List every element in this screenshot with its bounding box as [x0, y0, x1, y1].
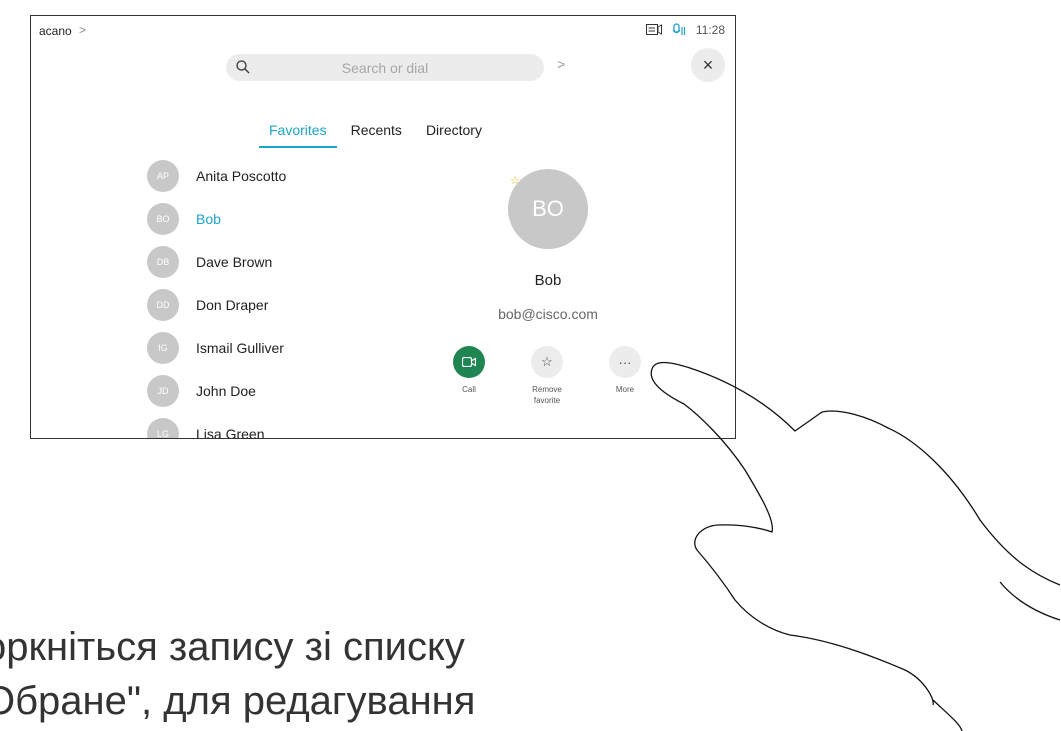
- search-field[interactable]: Search or dial: [226, 54, 544, 81]
- contact-name: John Doe: [196, 383, 256, 399]
- contact-name: Don Draper: [196, 297, 269, 313]
- contact-name: Bob: [196, 211, 221, 227]
- contact-name: Anita Poscotto: [196, 168, 287, 184]
- screen-share-icon[interactable]: [645, 24, 662, 36]
- search-icon: [236, 60, 250, 74]
- contact-email: bob@cisco.com: [498, 306, 598, 322]
- tab-favorites[interactable]: Favorites: [259, 122, 337, 148]
- remove-favorite-button[interactable]: ☆: [531, 346, 563, 378]
- chevron-right-icon[interactable]: >: [557, 56, 565, 72]
- avatar: LG: [147, 418, 179, 438]
- contact-name: Ismail Gulliver: [196, 340, 284, 356]
- list-item[interactable]: DD Don Draper: [147, 288, 407, 322]
- more-button[interactable]: ···: [609, 346, 641, 378]
- contact-name: Lisa Green: [196, 426, 265, 439]
- close-button[interactable]: ×: [691, 48, 725, 82]
- remove-favorite-action[interactable]: ☆ Remove favorite: [512, 346, 582, 406]
- avatar: IG: [147, 332, 179, 364]
- list-item[interactable]: DB Dave Brown: [147, 245, 407, 279]
- list-item[interactable]: LG Lisa Green: [147, 417, 407, 439]
- call-action[interactable]: Call: [434, 346, 504, 395]
- chevron-right-icon[interactable]: >: [79, 23, 86, 37]
- avatar: DD: [147, 289, 179, 321]
- avatar: AP: [147, 160, 179, 192]
- call-button[interactable]: [453, 346, 485, 378]
- device-screen: acano > 11:28 Search or dial > × Favorit…: [30, 15, 736, 439]
- star-icon: ☆: [541, 354, 553, 369]
- search-placeholder: Search or dial: [341, 59, 429, 76]
- instruction-caption: оркніться запису зі списку Обране", для …: [0, 620, 475, 728]
- tab-bar: Favorites Recents Directory: [259, 122, 492, 148]
- avatar: BO: [508, 169, 588, 249]
- avatar: DB: [147, 246, 179, 278]
- microphone-icon[interactable]: [672, 23, 686, 37]
- remove-favorite-label: Remove favorite: [532, 385, 562, 405]
- contact-name: Bob: [534, 272, 562, 289]
- list-item[interactable]: JD John Doe: [147, 374, 407, 408]
- status-area: 11:28: [645, 23, 725, 37]
- more-label: More: [615, 385, 635, 394]
- video-icon: [462, 357, 476, 367]
- favorite-star-icon: ☆: [510, 175, 520, 187]
- caption-line-2: Обране", для редагування: [0, 679, 476, 723]
- list-item[interactable]: AP Anita Poscotto: [147, 159, 407, 193]
- call-label: Call: [462, 385, 476, 394]
- tab-recents[interactable]: Recents: [341, 122, 412, 148]
- top-bar: acano > 11:28: [31, 16, 735, 44]
- site-name[interactable]: acano: [39, 24, 72, 38]
- more-action[interactable]: ··· More: [590, 346, 660, 395]
- avatar: JD: [147, 375, 179, 407]
- more-icon: ···: [618, 354, 632, 370]
- caption-line-1: оркніться запису зі списку: [0, 625, 465, 669]
- list-item[interactable]: IG Ismail Gulliver: [147, 331, 407, 365]
- avatar: BO: [147, 203, 179, 235]
- tab-directory[interactable]: Directory: [416, 122, 492, 148]
- list-item[interactable]: BO Bob: [147, 202, 407, 236]
- contact-name: Dave Brown: [196, 254, 273, 270]
- clock: 11:28: [695, 23, 725, 37]
